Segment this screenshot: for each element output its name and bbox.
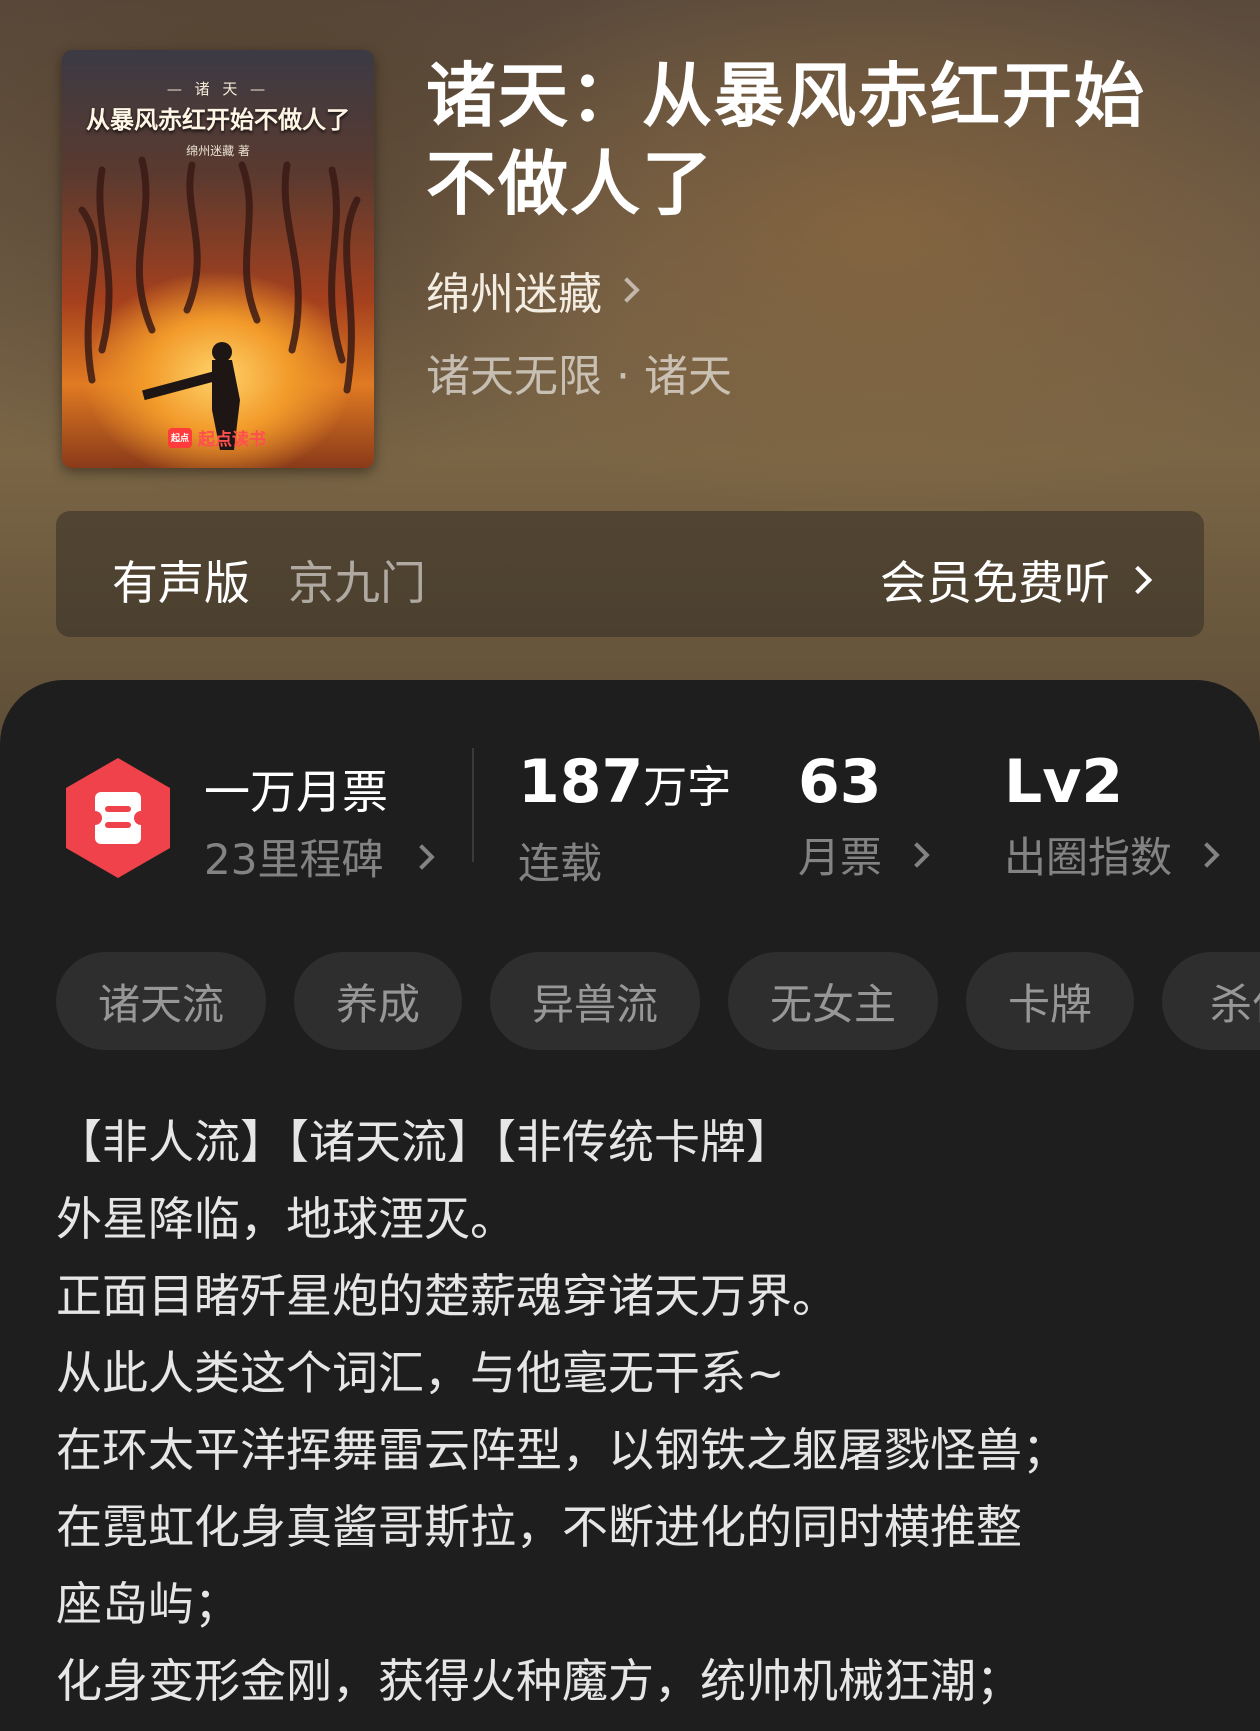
member-free-listen-label: 会员免费听	[880, 556, 1110, 610]
chevron-right-icon	[1123, 565, 1153, 595]
tag-chip[interactable]: 诸天流	[56, 952, 266, 1050]
cover-author: 绵州迷藏 著	[186, 144, 250, 158]
cover-series: — 诸 天 —	[166, 80, 270, 98]
synopsis-line: 在环太平洋挥舞雷云阵型，以钢铁之躯屠戮怪兽；	[56, 1423, 1068, 1477]
tag-chip[interactable]: 异兽流	[490, 952, 700, 1050]
tag-list: 诸天流 养成 异兽流 无女主 卡牌 杀伐	[56, 952, 1260, 1052]
book-title: 诸天：从暴风赤红开始不做人了	[426, 54, 1146, 225]
cover-brand: 起点 起点读书	[168, 425, 266, 450]
monthly-ticket-badge-icon[interactable]	[62, 756, 174, 880]
book-category[interactable]: 诸天无限 · 诸天	[426, 340, 732, 404]
tag-chip[interactable]: 卡牌	[966, 952, 1134, 1050]
book-cover[interactable]: — 诸 天 — 从暴风赤红开始不做人了 绵州迷藏 著 起点 起点读书	[62, 50, 374, 468]
cover-brand-name: 起点读书	[198, 430, 266, 450]
synopsis-line: 【非人流】【诸天流】【非传统卡牌】	[56, 1115, 792, 1169]
chevron-right-icon	[904, 841, 930, 868]
monthly-votes-stat[interactable]: 63 月票	[798, 746, 930, 885]
serial-status-label: 连载	[518, 839, 603, 888]
audio-label: 有声版	[112, 556, 250, 610]
synopsis-line: 座岛屿；	[56, 1577, 240, 1631]
milestone-label: 23里程碑	[204, 835, 384, 884]
popularity-level-value: Lv2	[1004, 747, 1124, 817]
milestone-link[interactable]: 23里程碑	[204, 826, 436, 887]
synopsis-line: 正面目睹歼星炮的楚薪魂穿诸天万界。	[56, 1269, 838, 1323]
synopsis-line: 外星降临，地球湮灭。	[56, 1192, 516, 1246]
synopsis[interactable]: 【非人流】【诸天流】【非传统卡牌】 外星降临，地球湮灭。 正面目睹歼星炮的楚薪魂…	[56, 1104, 1216, 1720]
monthly-votes-label: 月票	[798, 824, 930, 885]
word-count-stat: 187万字 连载	[518, 746, 731, 891]
chevron-right-icon	[409, 843, 436, 870]
tag-chip[interactable]: 养成	[294, 952, 462, 1050]
audio-version-bar[interactable]: 有声版 京九门 会员免费听	[56, 511, 1204, 637]
synopsis-line: 从此人类这个词汇，与他毫无干系~	[56, 1346, 785, 1400]
synopsis-line: 化身变形金刚，获得火种魔方，统帅机械狂潮；	[56, 1654, 1022, 1708]
ticket-title: 一万月票	[204, 765, 388, 819]
tag-chip[interactable]: 杀伐	[1162, 952, 1260, 1050]
cover-title: 从暴风赤红开始不做人了	[86, 105, 350, 134]
monthly-votes-value: 63	[798, 747, 882, 817]
chevron-right-icon	[1194, 841, 1220, 868]
author-link[interactable]: 绵州迷藏	[426, 258, 640, 322]
author-name: 绵州迷藏	[426, 269, 602, 320]
word-count-value: 187万字	[518, 747, 732, 817]
divider	[472, 748, 474, 862]
qidian-logo-icon: 起点	[168, 427, 192, 448]
popularity-index-label: 出圈指数	[1004, 824, 1220, 885]
popularity-index-stat[interactable]: Lv2 出圈指数	[1004, 746, 1220, 885]
synopsis-line: 在霓虹化身真酱哥斯拉，不断进化的同时横推整	[56, 1500, 1022, 1554]
word-count-unit: 万字	[643, 762, 732, 813]
audio-narrator: 京九门	[288, 556, 426, 610]
tag-chip[interactable]: 无女主	[728, 952, 938, 1050]
member-free-listen-button[interactable]: 会员免费听	[880, 547, 1153, 613]
chevron-right-icon	[614, 277, 640, 303]
